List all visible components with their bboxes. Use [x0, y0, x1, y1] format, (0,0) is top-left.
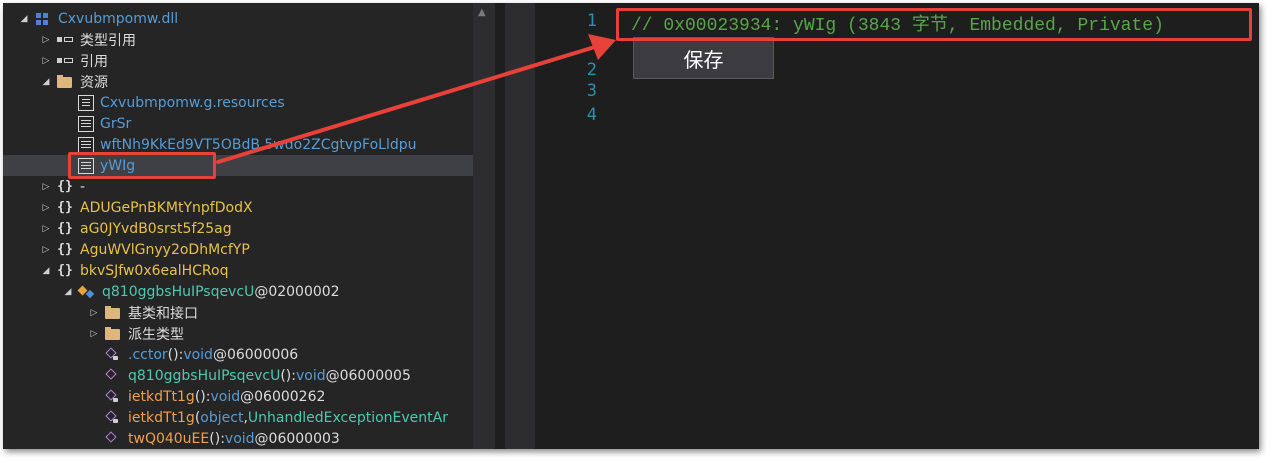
- folder-icon: [104, 326, 122, 342]
- tree-item-method[interactable]: twQ040uEE () : void @06000003: [3, 428, 473, 449]
- tree-item-namespace[interactable]: ◢ {} bkvSJfw0x6ealHCRoq: [3, 260, 473, 281]
- reference-icon: [56, 32, 74, 48]
- namespace-icon: {}: [57, 178, 73, 194]
- line-number: 2: [586, 60, 597, 80]
- namespace-icon: {}: [57, 262, 73, 278]
- resource-file-icon: [78, 94, 94, 111]
- expand-icon[interactable]: ▷: [41, 181, 51, 193]
- namespace-icon: {}: [57, 220, 73, 236]
- folder-open-icon: [56, 74, 74, 90]
- collapse-icon[interactable]: ◢: [41, 76, 51, 88]
- tree-item-base-types[interactable]: ▷ 基类和接口: [3, 302, 473, 323]
- assembly-icon: [34, 11, 52, 27]
- tree-item-namespace[interactable]: ▷ {} -: [3, 176, 473, 197]
- reference-icon: [56, 53, 74, 69]
- code-editor[interactable]: 1 2 3 4 // 0x00023934: yWIg (3843 字节, Em…: [535, 3, 1259, 449]
- private-method-icon: [104, 410, 122, 426]
- folder-icon: [104, 305, 122, 321]
- tree-item-type-refs[interactable]: ▷ 类型引用: [3, 29, 473, 50]
- collapse-icon[interactable]: ◢: [63, 286, 73, 298]
- expand-icon[interactable]: ▷: [89, 328, 99, 340]
- annotation-highlight-tree-item: [68, 152, 216, 179]
- tree-item-resource[interactable]: GrSr: [3, 113, 473, 134]
- editor-margin: [505, 3, 535, 449]
- collapse-icon[interactable]: ◢: [41, 265, 51, 277]
- private-method-icon: [104, 347, 122, 363]
- assembly-tree: ◢ Cxvubmpomw.dll ▷ 类型引用 ▷ 引用 ◢ 资源 Cxvubm…: [3, 3, 473, 449]
- class-icon: [78, 284, 96, 300]
- save-button[interactable]: 保存: [633, 37, 774, 79]
- tree-item-derived-types[interactable]: ▷ 派生类型: [3, 323, 473, 344]
- namespace-icon: {}: [57, 199, 73, 215]
- tree-scrollbar[interactable]: ▲: [473, 3, 495, 449]
- namespace-icon: {}: [57, 241, 73, 257]
- resource-table-icon: [78, 136, 94, 153]
- tree-item-namespace[interactable]: ▷ {} AguWVlGnyy2oDhMcfYP: [3, 239, 473, 260]
- tree-item-namespace[interactable]: ▷ {} aG0JYvdB0srst5f25ag: [3, 218, 473, 239]
- expand-icon[interactable]: ▷: [41, 223, 51, 235]
- expand-icon[interactable]: ▷: [41, 202, 51, 214]
- annotation-highlight-code-line: [616, 8, 1252, 41]
- app-window: ◢ Cxvubmpomw.dll ▷ 类型引用 ▷ 引用 ◢ 资源 Cxvubm…: [3, 3, 1259, 449]
- line-number: 3: [586, 81, 597, 101]
- tree-item-resources[interactable]: ◢ 资源: [3, 71, 473, 92]
- tree-item-resource[interactable]: Cxvubmpomw.g.resources: [3, 92, 473, 113]
- resource-table-icon: [78, 115, 94, 132]
- collapse-icon[interactable]: ◢: [19, 13, 29, 25]
- scroll-up-icon[interactable]: ▲: [478, 7, 486, 18]
- tree-item-namespace[interactable]: ▷ {} ADUGePnBKMtYnpfDodX: [3, 197, 473, 218]
- expand-icon[interactable]: ▷: [41, 55, 51, 67]
- tree-item-method[interactable]: ietkdTt1g () : void @06000262: [3, 386, 473, 407]
- method-icon: [104, 431, 122, 447]
- tree-item-method[interactable]: ietkdTt1g ( object , UnhandledExceptionE…: [3, 407, 473, 428]
- expand-icon[interactable]: ▷: [89, 307, 99, 319]
- splitter[interactable]: [495, 3, 505, 449]
- tree-item-references[interactable]: ▷ 引用: [3, 50, 473, 71]
- line-number: 1: [586, 11, 597, 31]
- expand-icon[interactable]: ▷: [41, 34, 51, 46]
- tree-item-method[interactable]: .cctor () : void @06000006: [3, 344, 473, 365]
- line-number: 4: [586, 105, 597, 125]
- tree-item-assembly[interactable]: ◢ Cxvubmpomw.dll: [3, 8, 473, 29]
- expand-icon[interactable]: ▷: [41, 244, 51, 256]
- tree-item-class[interactable]: ◢ q810ggbsHuIPsqevcU @02000002: [3, 281, 473, 302]
- method-icon: [104, 368, 122, 384]
- tree-item-method[interactable]: q810ggbsHuIPsqevcU () : void @06000005: [3, 365, 473, 386]
- private-method-icon: [104, 389, 122, 405]
